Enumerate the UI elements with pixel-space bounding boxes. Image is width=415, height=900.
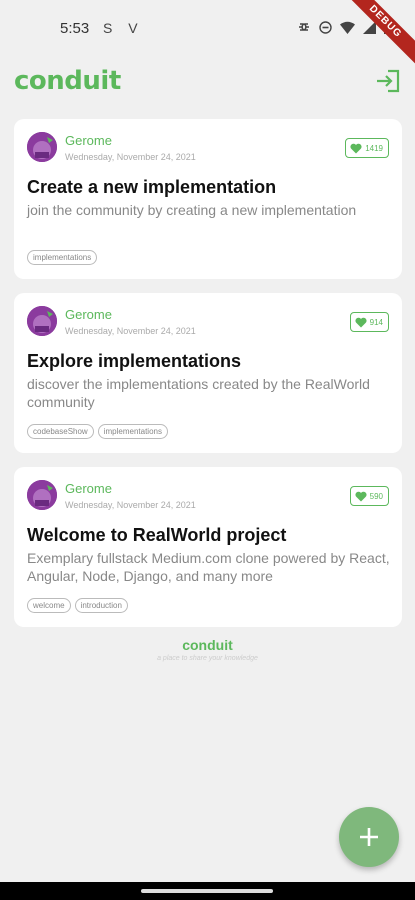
article-description: Exemplary fullstack Medium.com clone pow… <box>27 550 390 584</box>
author-name[interactable]: Gerome <box>65 133 112 148</box>
tag[interactable]: codebaseShow <box>27 424 94 439</box>
favorite-count: 1419 <box>365 143 383 153</box>
article-title: Explore implementations <box>27 351 242 371</box>
app-title: conduit <box>14 66 121 96</box>
heart-icon <box>355 491 367 501</box>
tag-list: welcome introduction <box>27 598 128 613</box>
article-card[interactable]: Gerome Wednesday, November 24, 2021 1419… <box>14 119 402 279</box>
tag[interactable]: implementations <box>27 250 98 265</box>
article-date: Wednesday, November 24, 2021 <box>65 500 196 510</box>
article-card[interactable]: Gerome Wednesday, November 24, 2021 914 … <box>14 293 402 453</box>
notification-icons: S V <box>103 20 144 36</box>
tag-list: codebaseShow implementations <box>27 424 168 439</box>
article-title: Welcome to RealWorld project <box>27 525 287 545</box>
plus-icon <box>360 828 378 846</box>
footer-title: conduit <box>182 637 233 653</box>
status-time: 5:53 <box>60 20 90 37</box>
favorite-button[interactable]: 1419 <box>345 138 389 158</box>
favorite-button[interactable]: 914 <box>349 312 389 332</box>
avatar-image <box>27 132 57 162</box>
system-nav-bar <box>0 882 415 900</box>
do-not-disturb-icon <box>319 20 332 34</box>
footer-subtitle: a place to share your knowledge <box>157 655 258 662</box>
link-icon <box>299 23 309 31</box>
author-name[interactable]: Gerome <box>65 307 112 322</box>
tag[interactable]: welcome <box>27 598 71 613</box>
article-date: Wednesday, November 24, 2021 <box>65 152 196 162</box>
app-bar: conduit <box>0 58 415 104</box>
wifi-icon <box>340 21 355 34</box>
heart-icon <box>355 317 367 327</box>
login-button[interactable] <box>374 68 402 94</box>
avatar-image <box>27 306 57 336</box>
status-bar: 5:53 S V <box>0 0 415 58</box>
tag-list: implementations <box>27 250 98 265</box>
author-avatar[interactable] <box>27 132 57 162</box>
article-card[interactable]: Gerome Wednesday, November 24, 2021 590 … <box>14 467 402 627</box>
favorite-count: 590 <box>369 491 383 501</box>
new-article-button[interactable] <box>339 807 399 867</box>
article-description: join the community by creating a new imp… <box>27 202 357 218</box>
favorite-button[interactable]: 590 <box>349 486 389 506</box>
article-title: Create a new implementation <box>27 177 277 197</box>
tag[interactable]: implementations <box>97 424 168 439</box>
author-avatar[interactable] <box>27 306 57 336</box>
avatar-image <box>27 480 57 510</box>
heart-icon <box>350 143 362 153</box>
tag[interactable]: introduction <box>74 598 128 613</box>
favorite-count: 914 <box>369 317 383 327</box>
article-description: discover the implementations created by … <box>27 376 370 410</box>
article-date: Wednesday, November 24, 2021 <box>65 326 196 336</box>
author-name[interactable]: Gerome <box>65 481 112 496</box>
author-avatar[interactable] <box>27 480 57 510</box>
login-icon <box>377 69 400 93</box>
home-handle[interactable] <box>141 889 273 893</box>
